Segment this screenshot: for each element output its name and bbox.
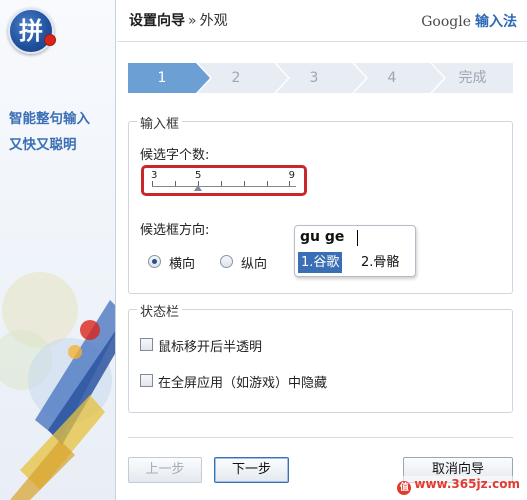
slogan-line-1: 智能整句输入 — [9, 111, 90, 127]
checkbox-translucent[interactable] — [140, 338, 153, 351]
step-finish-label: 完成 — [458, 70, 487, 86]
step-1: 1 — [128, 63, 212, 93]
slogan-line-2: 又快又聪明 — [9, 137, 77, 153]
slider-tick — [175, 181, 176, 186]
checkbox-hide-fullscreen-label[interactable]: 在全屏应用（如游戏）中隐藏 — [158, 372, 327, 391]
next-button[interactable]: 下一步 — [214, 457, 289, 483]
decorative-pencil-art — [0, 272, 115, 500]
brand-ime: 输入法 — [475, 14, 517, 30]
logo-red-dot — [44, 34, 56, 46]
status-bar-legend: 状态栏 — [137, 301, 183, 320]
slider-tick — [289, 181, 290, 186]
radio-vertical[interactable] — [220, 255, 233, 268]
slider-mid-label: 5 — [195, 170, 202, 181]
app-logo: 拼 — [8, 8, 56, 54]
step-4-label: 4 — [387, 70, 397, 86]
preview-candidate-1: 1.谷歌 — [298, 252, 343, 273]
candidate-count-slider[interactable]: 3 5 9 — [141, 165, 307, 196]
radio-horizontal-label[interactable]: 横向 — [169, 253, 195, 272]
wizard-title: 设置向导 — [129, 13, 185, 29]
sidebar: 拼 智能整句输入 又快又聪明 — [0, 0, 116, 500]
slider-tick — [152, 181, 153, 186]
page-subtitle: 外观 — [199, 13, 228, 29]
slider-min-label: 3 — [151, 170, 158, 181]
slider-tick — [221, 181, 222, 186]
step-3-label: 3 — [309, 70, 319, 86]
page-title: 设置向导» 外观 — [129, 10, 228, 30]
watermark-text: www.365jz.com — [414, 477, 520, 491]
slider-max-label: 9 — [288, 170, 295, 181]
text-caret — [357, 230, 358, 246]
wizard-steps: 1 2 3 4 完成 — [128, 63, 513, 93]
header: 设置向导» 外观 Google 输入法 — [117, 0, 527, 42]
watermark-icon: 值 — [397, 481, 412, 495]
preview-candidate-2: 2.骨骼 — [361, 255, 400, 270]
prev-button[interactable]: 上一步 — [128, 457, 202, 483]
direction-label: 候选框方向: — [140, 223, 210, 238]
status-bar-group: 状态栏 — [128, 301, 513, 413]
slider-track — [152, 186, 296, 187]
breadcrumb-separator: » — [188, 13, 197, 29]
slider-tick — [267, 181, 268, 186]
step-2-label: 2 — [231, 70, 241, 86]
slider-thumb[interactable] — [193, 185, 202, 191]
slider-tick — [244, 181, 245, 186]
candidate-count-label: 候选字个数: — [140, 148, 210, 163]
radio-vertical-label[interactable]: 纵向 — [241, 253, 267, 272]
logo-glyph: 拼 — [19, 16, 43, 45]
footer-divider — [128, 437, 513, 438]
watermark: 值 www.365jz.com — [394, 476, 523, 496]
brand-google: Google — [421, 14, 471, 30]
step-1-label: 1 — [157, 70, 167, 86]
checkbox-hide-fullscreen[interactable] — [140, 374, 153, 387]
input-box-legend: 输入框 — [137, 113, 183, 132]
radio-horizontal[interactable] — [148, 255, 161, 268]
checkbox-translucent-label[interactable]: 鼠标移开后半透明 — [158, 336, 262, 355]
preview-input-text: gu ge — [300, 229, 345, 245]
candidate-window-preview: gu ge 1.谷歌 2.骨骼 — [294, 225, 416, 277]
brand: Google 输入法 — [421, 11, 517, 31]
slogan: 智能整句输入 又快又聪明 — [9, 106, 90, 158]
